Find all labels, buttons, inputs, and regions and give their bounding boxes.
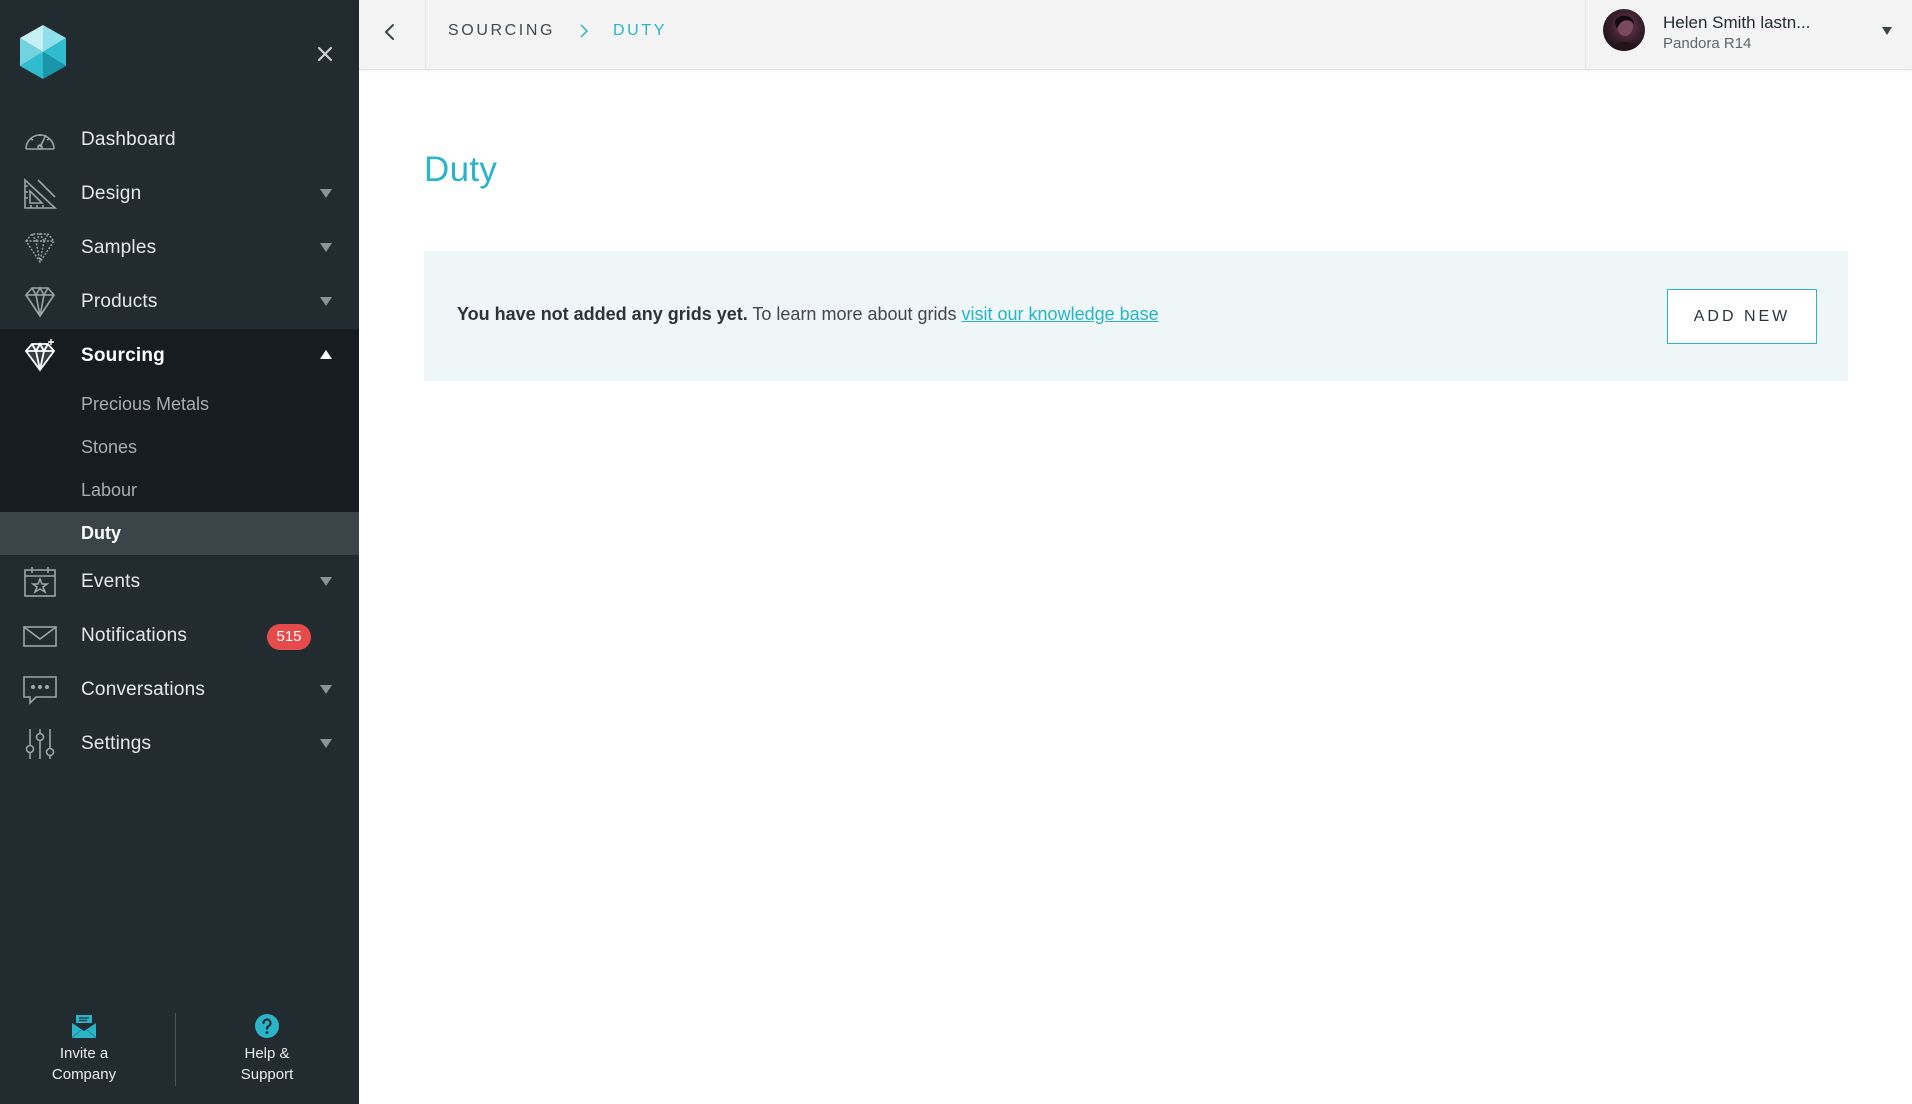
sidebar-item-conversations[interactable]: Conversations [0,663,359,717]
sidebar-subitem-label: Labour [81,480,138,500]
chevron-up-icon [320,350,332,359]
knowledge-base-link[interactable]: visit our knowledge base [962,304,1159,324]
chevron-down-icon [320,189,332,198]
conversations-chat-icon [23,676,57,705]
notifications-count-badge: 515 [267,624,311,650]
close-sidebar-icon[interactable] [313,42,337,66]
sidebar-item-label: Dashboard [81,129,176,150]
invite-label-line1: Invite a [59,1045,109,1062]
avatar [1603,9,1645,51]
sourcing-submenu: Precious Metals Stones Labour Duty [0,383,359,555]
sidebar-item-label: Settings [81,733,152,754]
sidebar-subitem-label: Stones [81,437,138,457]
back-button[interactable] [359,0,426,70]
breadcrumb-current: DUTY [613,22,667,39]
top-bar: SOURCING DUTY Helen Smith lastn... Pando… [359,0,1912,70]
chevron-down-icon [320,577,332,586]
empty-state-panel: You have not added any grids yet. To lea… [424,251,1848,381]
sidebar-item-label: Notifications [81,625,188,646]
invite-envelope-icon [71,1015,97,1039]
sidebar-item-design[interactable]: Design [0,167,359,221]
sidebar-item-label: Design [81,183,142,204]
sidebar-subitem-labour[interactable]: Labour [0,469,359,512]
empty-state-message: You have not added any grids yet. To lea… [457,304,1159,325]
sidebar-item-label: Events [81,571,141,592]
add-new-button[interactable]: ADD NEW [1667,289,1817,344]
settings-sliders-icon [25,729,55,759]
empty-state-text: To learn more about grids [747,304,962,324]
sidebar: Dashboard Design Samples Products Sourci… [0,0,359,1104]
dashboard-gauge-icon [25,134,55,150]
help-support-button[interactable]: Help & Support [192,1013,342,1093]
breadcrumb: SOURCING DUTY [448,0,667,62]
app-logo-icon[interactable] [17,24,69,80]
chevron-down-icon [320,297,332,306]
invite-label-line2: Company [51,1066,117,1083]
events-calendar-icon [24,567,56,597]
help-label-line2: Support [240,1066,294,1083]
sidebar-subitem-precious-metals[interactable]: Precious Metals [0,383,359,426]
sidebar-item-products[interactable]: Products [0,275,359,329]
avatar-portrait-icon [1611,15,1639,51]
sidebar-subitem-stones[interactable]: Stones [0,426,359,469]
sidebar-item-label: Conversations [81,679,206,700]
sidebar-item-dashboard[interactable]: Dashboard [0,113,359,167]
breadcrumb-sourcing-link[interactable]: SOURCING [448,22,555,40]
design-ruler-icon [24,178,58,209]
sidebar-footer: Invite a Company Help & Support [0,1013,359,1093]
page-title: Duty [424,150,498,189]
chevron-down-icon [320,243,332,252]
invite-company-button[interactable]: Invite a Company [9,1013,159,1093]
user-organization: Pandora R14 [1663,35,1752,52]
help-question-icon [255,1014,279,1038]
sourcing-diamond-icon [24,339,56,372]
chevron-left-icon [384,24,394,40]
sidebar-item-settings[interactable]: Settings [0,717,359,771]
sidebar-item-events[interactable]: Events [0,555,359,609]
empty-state-bold: You have not added any grids yet. [457,304,748,324]
breadcrumb-chevron-right-icon [580,24,589,38]
user-menu[interactable]: Helen Smith lastn... Pandora R14 [1585,0,1912,70]
chevron-down-icon [320,739,332,748]
sidebar-item-samples[interactable]: Samples [0,221,359,275]
samples-diamond-icon [25,232,55,264]
sidebar-nav: Dashboard Design Samples Products Sourci… [0,113,359,771]
sidebar-item-label: Samples [81,237,157,258]
products-diamond-icon [24,286,56,318]
help-label-line1: Help & [244,1045,290,1062]
chevron-down-icon [320,685,332,694]
chevron-down-icon [1882,27,1892,35]
sidebar-item-sourcing[interactable]: Sourcing [0,329,359,383]
sidebar-subitem-label: Precious Metals [81,394,210,414]
notifications-envelope-icon [23,626,57,647]
user-name: Helen Smith lastn... [1663,13,1811,32]
sidebar-subitem-label: Duty [81,523,121,543]
sidebar-subitem-duty[interactable]: Duty [0,512,359,555]
sidebar-item-notifications[interactable]: Notifications 515 [0,609,359,663]
sidebar-item-label: Sourcing [81,345,165,366]
sidebar-item-label: Products [81,291,158,312]
footer-divider [175,1013,176,1086]
